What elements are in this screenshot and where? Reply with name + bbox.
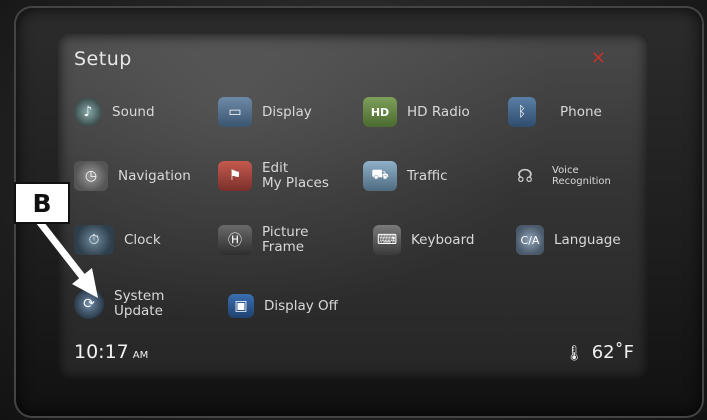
picture-frame-button[interactable]: Ⓗ Picture Frame (218, 218, 358, 262)
navigation-button[interactable]: ◷ Navigation (74, 154, 214, 198)
display-button[interactable]: ▭ Display (218, 90, 358, 134)
time-value: 10:17 (74, 341, 129, 363)
picture-frame-label: Picture Frame (262, 224, 309, 255)
voice-recognition-label: Voice Recognition (552, 165, 611, 187)
callout-label: B (14, 182, 70, 224)
sound-icon: ♪ (74, 98, 102, 126)
hd-radio-button[interactable]: HD HD Radio (363, 90, 503, 134)
clock-display: 10:17 AM (74, 341, 148, 363)
traffic-button[interactable]: ⛟ Traffic (363, 154, 503, 198)
temperature-display: 🌡 62˚F (565, 342, 634, 363)
display-icon: ▭ (218, 97, 252, 127)
clock-button[interactable]: ⏱ Clock (74, 218, 214, 262)
display-label: Display (262, 103, 312, 120)
edit-my-places-button[interactable]: ⚑ Edit My Places (218, 154, 358, 198)
language-icon: C/A (516, 225, 544, 255)
hd-radio-icon: HD (363, 97, 397, 127)
system-update-button[interactable]: ⟳ System Update (74, 282, 214, 326)
my-places-icon: ⚑ (218, 161, 252, 191)
sound-button[interactable]: ♪ Sound (74, 90, 214, 134)
system-update-icon: ⟳ (74, 289, 104, 319)
bluetooth-icon: ᛒ (508, 97, 536, 127)
clock-icon: ⏱ (74, 225, 114, 255)
keyboard-label: Keyboard (411, 231, 475, 248)
display-off-label: Display Off (264, 297, 338, 314)
close-icon[interactable]: ✕ (591, 48, 606, 69)
setup-screen: Setup ✕ ♪ Sound ▭ Display HD HD Radio ᛒ … (58, 34, 648, 379)
keyboard-button[interactable]: ⌨ Keyboard (373, 218, 513, 262)
language-label: Language (554, 231, 621, 248)
traffic-label: Traffic (407, 167, 448, 184)
edit-my-places-label: Edit My Places (262, 160, 329, 191)
voice-recognition-button[interactable]: ☊ Voice Recognition (508, 154, 648, 198)
traffic-icon: ⛟ (363, 161, 397, 191)
display-off-icon: ▣ (228, 294, 254, 318)
navigation-label: Navigation (118, 167, 191, 184)
voice-icon: ☊ (517, 165, 533, 187)
language-button[interactable]: C/A Language (516, 218, 648, 262)
temperature-value: 62˚F (591, 342, 634, 363)
clock-label: Clock (124, 231, 161, 248)
picture-frame-icon: Ⓗ (218, 225, 252, 255)
hd-radio-label: HD Radio (407, 103, 470, 120)
keyboard-icon: ⌨ (373, 225, 401, 255)
ampm-value: AM (132, 350, 149, 361)
phone-button[interactable]: ᛒ Phone (508, 90, 648, 134)
phone-label: Phone (560, 103, 602, 120)
display-off-button[interactable]: ▣ Display Off (228, 284, 368, 328)
system-update-label: System Update (114, 288, 165, 319)
sound-label: Sound (112, 103, 155, 120)
page-title: Setup (74, 48, 132, 70)
thermometer-icon: 🌡 (564, 344, 584, 362)
navigation-icon: ◷ (74, 161, 108, 191)
